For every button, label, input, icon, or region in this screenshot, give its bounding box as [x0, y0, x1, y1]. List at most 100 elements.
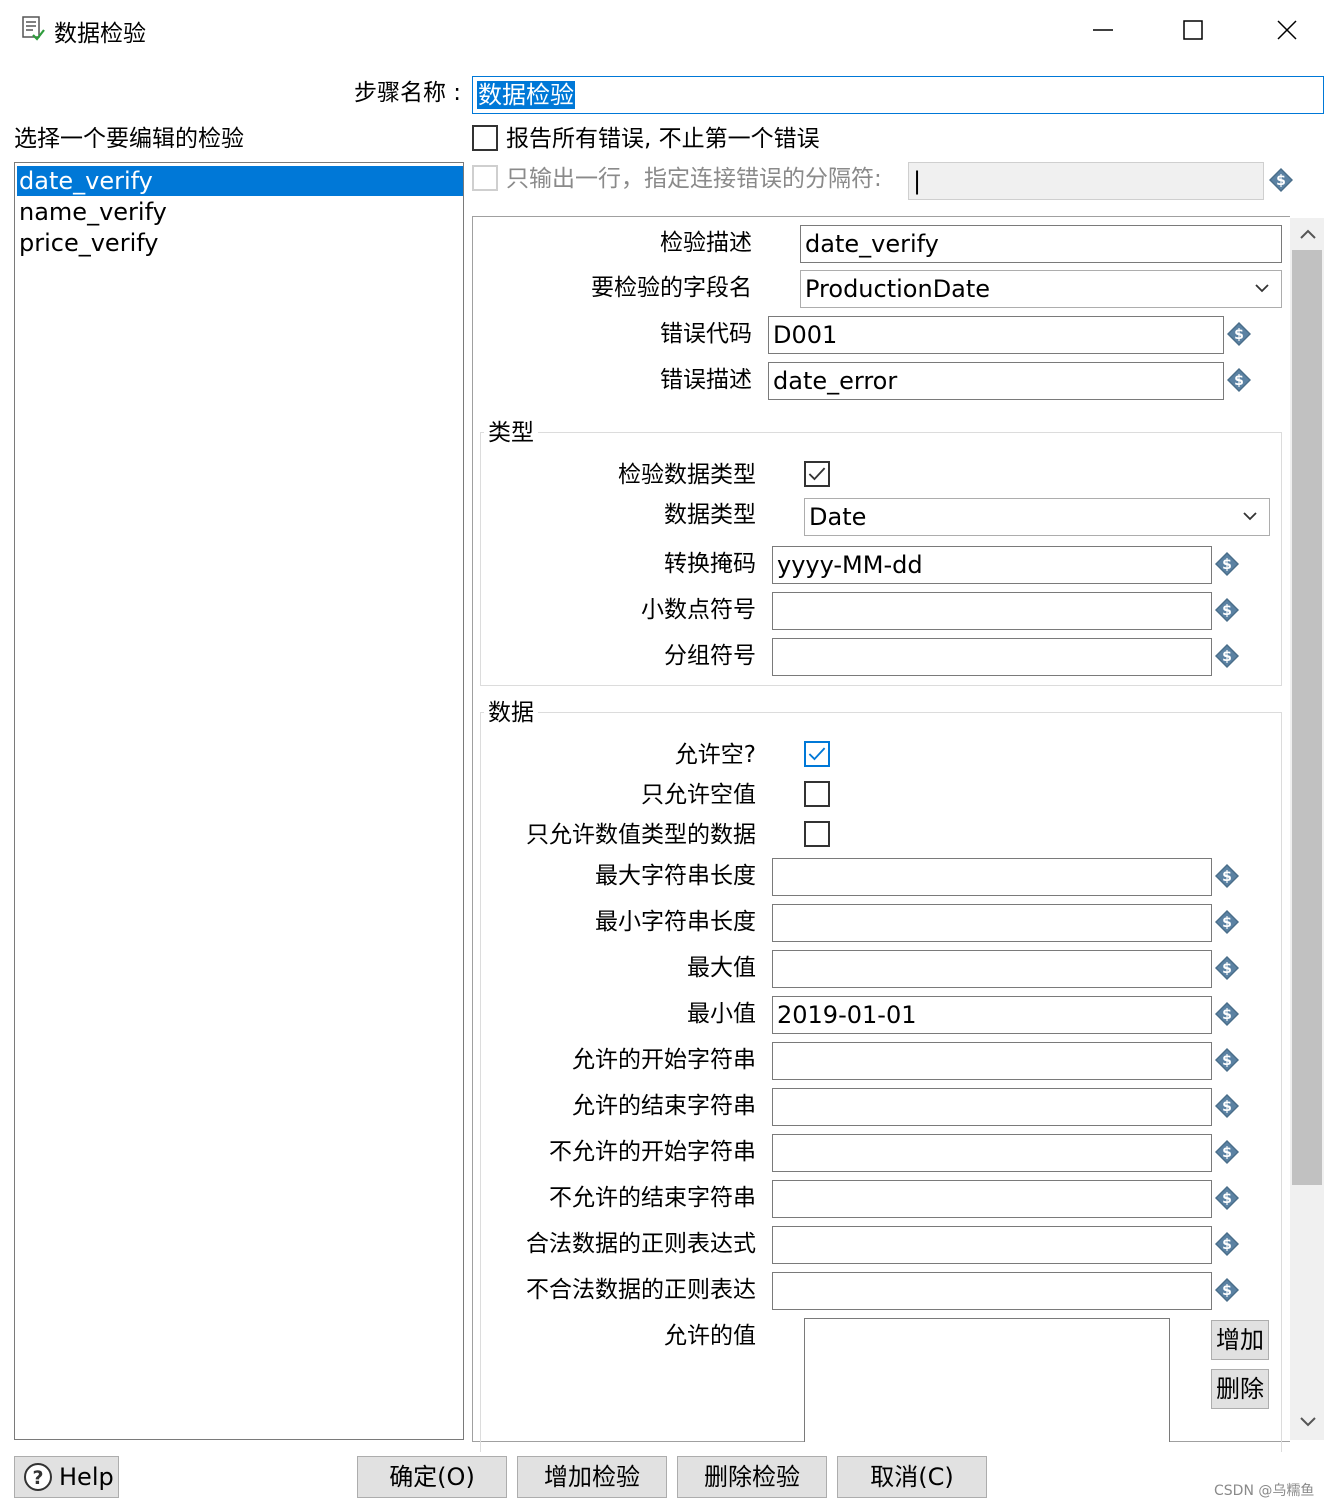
end-allowed-input[interactable]: [772, 1088, 1212, 1126]
max-value-input[interactable]: [772, 950, 1212, 988]
start-disallowed-label: 不允许的开始字符串: [549, 1139, 756, 1165]
description-label: 检验描述: [660, 230, 752, 256]
allow-null-label: 允许空?: [674, 742, 756, 768]
min-length-label: 最小字符串长度: [595, 909, 756, 935]
ok-button[interactable]: 确定(O): [357, 1456, 507, 1498]
variable-icon[interactable]: [1214, 597, 1240, 623]
field-select-value: ProductionDate: [805, 275, 991, 303]
add-value-button[interactable]: 增加: [1211, 1320, 1269, 1360]
check-icon: [806, 463, 828, 485]
separator-input[interactable]: |: [908, 162, 1264, 200]
variable-icon[interactable]: [1214, 551, 1240, 577]
variable-icon[interactable]: [1214, 1047, 1240, 1073]
close-button[interactable]: [1264, 8, 1310, 52]
variable-icon[interactable]: [1214, 1001, 1240, 1027]
maximize-button[interactable]: [1170, 8, 1216, 52]
data-type-value: Date: [809, 503, 867, 531]
delete-value-button[interactable]: 删除: [1211, 1369, 1269, 1409]
mask-label: 转换掩码: [664, 551, 756, 577]
validation-list[interactable]: date_verify name_verify price_verify: [14, 162, 464, 1440]
cancel-button[interactable]: 取消(C): [837, 1456, 987, 1498]
allowed-values-list[interactable]: [804, 1318, 1170, 1442]
minimize-button[interactable]: [1080, 8, 1126, 52]
scroll-up-icon[interactable]: [1298, 226, 1318, 242]
variable-icon[interactable]: [1226, 367, 1252, 393]
close-icon: [1277, 20, 1297, 40]
variable-icon[interactable]: [1214, 1093, 1240, 1119]
list-item[interactable]: date_verify: [17, 166, 463, 196]
error-code-label: 错误代码: [660, 321, 752, 347]
variable-icon[interactable]: [1214, 1139, 1240, 1165]
step-name-label: 步骤名称 :: [354, 80, 462, 106]
help-button[interactable]: ? Help: [14, 1456, 119, 1498]
allow-null-checkbox[interactable]: [804, 741, 830, 767]
variable-icon[interactable]: [1214, 955, 1240, 981]
list-item[interactable]: price_verify: [17, 228, 463, 258]
variable-icon[interactable]: [1268, 167, 1294, 193]
end-disallowed-input[interactable]: [772, 1180, 1212, 1218]
minimize-icon: [1093, 29, 1113, 31]
field-select[interactable]: ProductionDate: [800, 270, 1282, 308]
regex-valid-input[interactable]: [772, 1226, 1212, 1264]
svg-text:?: ?: [32, 1467, 43, 1489]
report-all-errors-checkbox[interactable]: [472, 125, 498, 151]
decimal-label: 小数点符号: [641, 597, 756, 623]
scrollbar-thumb[interactable]: [1292, 250, 1322, 1185]
title-bar: 数据检验: [0, 0, 1330, 60]
end-allowed-label: 允许的结束字符串: [572, 1093, 756, 1119]
min-value-input[interactable]: 2019-01-01: [772, 996, 1212, 1034]
scroll-down-icon[interactable]: [1298, 1414, 1318, 1430]
start-allowed-input[interactable]: [772, 1042, 1212, 1080]
data-type-select[interactable]: Date: [804, 498, 1270, 536]
variable-icon[interactable]: [1214, 909, 1240, 935]
maximize-icon: [1183, 20, 1203, 40]
regex-invalid-input[interactable]: [772, 1272, 1212, 1310]
decimal-input[interactable]: [772, 592, 1212, 630]
list-item[interactable]: name_verify: [17, 197, 463, 227]
error-desc-input[interactable]: date_error: [768, 362, 1224, 400]
list-header: 选择一个要编辑的检验: [14, 126, 244, 152]
regex-valid-label: 合法数据的正则表达式: [526, 1231, 756, 1257]
single-row-checkbox[interactable]: [472, 165, 498, 191]
step-name-value: 数据检验: [477, 81, 575, 109]
check-type-checkbox[interactable]: [804, 461, 830, 487]
min-length-input[interactable]: [772, 904, 1212, 942]
max-value-label: 最大值: [687, 955, 756, 981]
data-group-title: 数据: [484, 698, 538, 728]
help-label: Help: [59, 1463, 114, 1491]
only-numeric-checkbox[interactable]: [804, 821, 830, 847]
step-name-input[interactable]: 数据检验: [472, 76, 1324, 114]
field-label: 要检验的字段名: [591, 275, 752, 301]
chevron-down-icon: [1255, 284, 1269, 293]
variable-icon[interactable]: [1214, 1277, 1240, 1303]
error-code-input[interactable]: D001: [768, 316, 1224, 354]
start-allowed-label: 允许的开始字符串: [572, 1047, 756, 1073]
only-null-checkbox[interactable]: [804, 781, 830, 807]
min-value-label: 最小值: [687, 1001, 756, 1027]
report-all-errors-label: 报告所有错误, 不止第一个错误: [506, 126, 820, 152]
watermark: CSDN @乌糯鱼: [1214, 1483, 1315, 1499]
variable-icon[interactable]: [1214, 1231, 1240, 1257]
grouping-label: 分组符号: [664, 643, 756, 669]
variable-icon[interactable]: [1214, 1185, 1240, 1211]
allowed-values-label: 允许的值: [664, 1323, 756, 1349]
description-input[interactable]: date_verify: [800, 225, 1282, 263]
regex-invalid-label: 不合法数据的正则表达: [526, 1277, 756, 1303]
type-group-title: 类型: [484, 418, 538, 448]
check-icon: [806, 743, 828, 765]
error-desc-label: 错误描述: [660, 367, 752, 393]
max-length-input[interactable]: [772, 858, 1212, 896]
variable-icon[interactable]: [1214, 643, 1240, 669]
variable-icon[interactable]: [1214, 863, 1240, 889]
chevron-down-icon: [1243, 512, 1257, 521]
only-numeric-label: 只允许数值类型的数据: [526, 822, 756, 848]
window-title: 数据检验: [54, 21, 146, 47]
remove-validation-button[interactable]: 删除检验: [677, 1456, 827, 1498]
add-validation-button[interactable]: 增加检验: [517, 1456, 667, 1498]
start-disallowed-input[interactable]: [772, 1134, 1212, 1172]
check-type-label: 检验数据类型: [618, 462, 756, 488]
only-null-label: 只允许空值: [641, 782, 756, 808]
variable-icon[interactable]: [1226, 321, 1252, 347]
grouping-input[interactable]: [772, 638, 1212, 676]
mask-input[interactable]: yyyy-MM-dd: [772, 546, 1212, 584]
